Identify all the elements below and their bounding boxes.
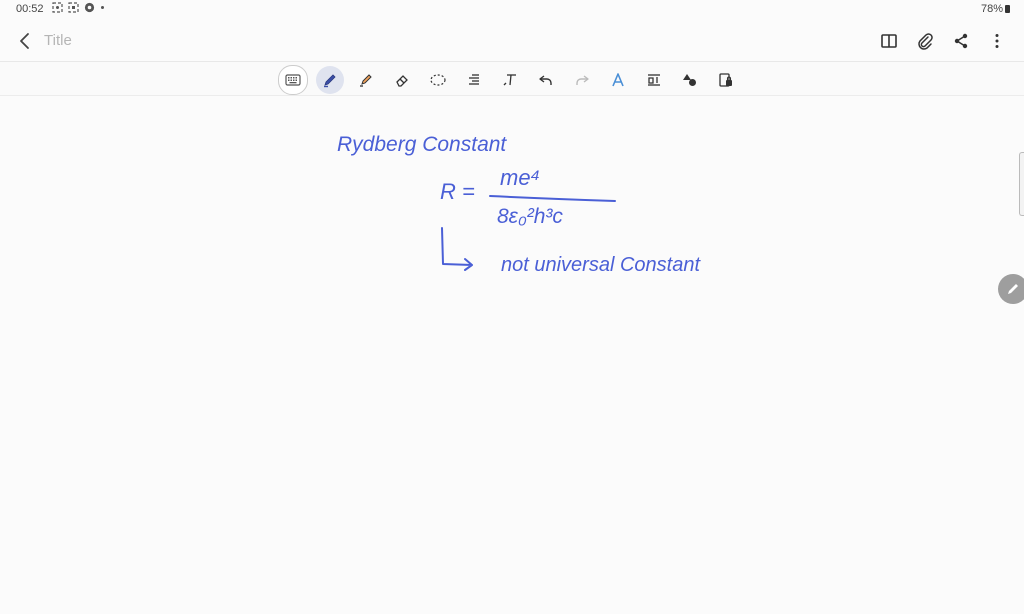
highlighter-icon (360, 74, 372, 87)
shapes-icon (683, 74, 696, 86)
highlighter-tool[interactable] (352, 66, 380, 94)
note-title-input[interactable]: Title (44, 32, 72, 49)
lock-tool[interactable] (712, 66, 740, 94)
text-style-tool[interactable] (604, 66, 632, 94)
keyboard-icon (285, 74, 301, 86)
attach-button[interactable] (914, 30, 936, 52)
book-view-icon (881, 34, 897, 48)
status-time: 00:52 (16, 3, 44, 15)
text-box-icon (648, 74, 660, 86)
status-bar: 00:52 78% (0, 0, 1024, 20)
note-canvas[interactable]: Rydberg Constant R = me⁴ 8ε₀²h³c not uni… (0, 95, 1024, 614)
dot-icon (101, 6, 104, 9)
formula-numerator: me⁴ (500, 165, 540, 190)
arrow-stroke (441, 227, 473, 271)
text-style-icon (612, 73, 624, 87)
screen-record-icon (52, 2, 63, 13)
text-align-icon (469, 74, 479, 85)
share-button[interactable] (950, 30, 972, 52)
eraser-tool[interactable] (388, 66, 416, 94)
share-icon (954, 33, 968, 49)
text-insert-tool[interactable] (496, 66, 524, 94)
more-options-button[interactable] (986, 30, 1008, 52)
undo-button[interactable] (532, 66, 560, 94)
text-box-tool[interactable] (640, 66, 668, 94)
note-heading: Rydberg Constant (337, 133, 507, 156)
drawing-toolbar (0, 61, 1024, 96)
text-insert-icon (503, 74, 516, 86)
fraction-line (489, 195, 616, 202)
battery-icon (1005, 5, 1010, 13)
pen-tool[interactable] (316, 66, 344, 94)
book-view-button[interactable] (878, 30, 900, 52)
status-icons (52, 2, 105, 13)
lock-icon (719, 73, 732, 87)
pen-icon (324, 74, 336, 88)
lasso-icon (430, 74, 446, 86)
attach-icon (918, 33, 933, 50)
chrome-icon (84, 2, 95, 13)
back-button[interactable] (14, 30, 36, 52)
floating-pen-button[interactable] (998, 274, 1024, 304)
title-actions (878, 30, 1008, 52)
title-bar: Title (0, 24, 1024, 60)
eraser-icon (396, 75, 408, 87)
battery-percent: 78% (980, 3, 1003, 15)
redo-button[interactable] (568, 66, 596, 94)
screen-capture-icon (68, 2, 79, 13)
side-scroll-handle[interactable] (1019, 152, 1024, 216)
more-icon (995, 34, 999, 48)
redo-icon (576, 75, 589, 85)
keyboard-tool[interactable] (278, 65, 308, 95)
shapes-tool[interactable] (676, 66, 704, 94)
battery-indicator: 78% (981, 3, 1010, 15)
formula-lhs: R = (440, 179, 475, 204)
pencil-icon (1008, 284, 1018, 294)
lasso-tool[interactable] (424, 66, 452, 94)
undo-icon (539, 75, 552, 85)
handwriting-layer: Rydberg Constant R = me⁴ 8ε₀²h³c not uni… (337, 133, 701, 276)
chevron-left-icon (20, 33, 29, 49)
note-remark: not universal Constant (501, 254, 701, 276)
formula-denominator: 8ε₀²h³c (497, 205, 563, 228)
text-align-tool[interactable] (460, 66, 488, 94)
